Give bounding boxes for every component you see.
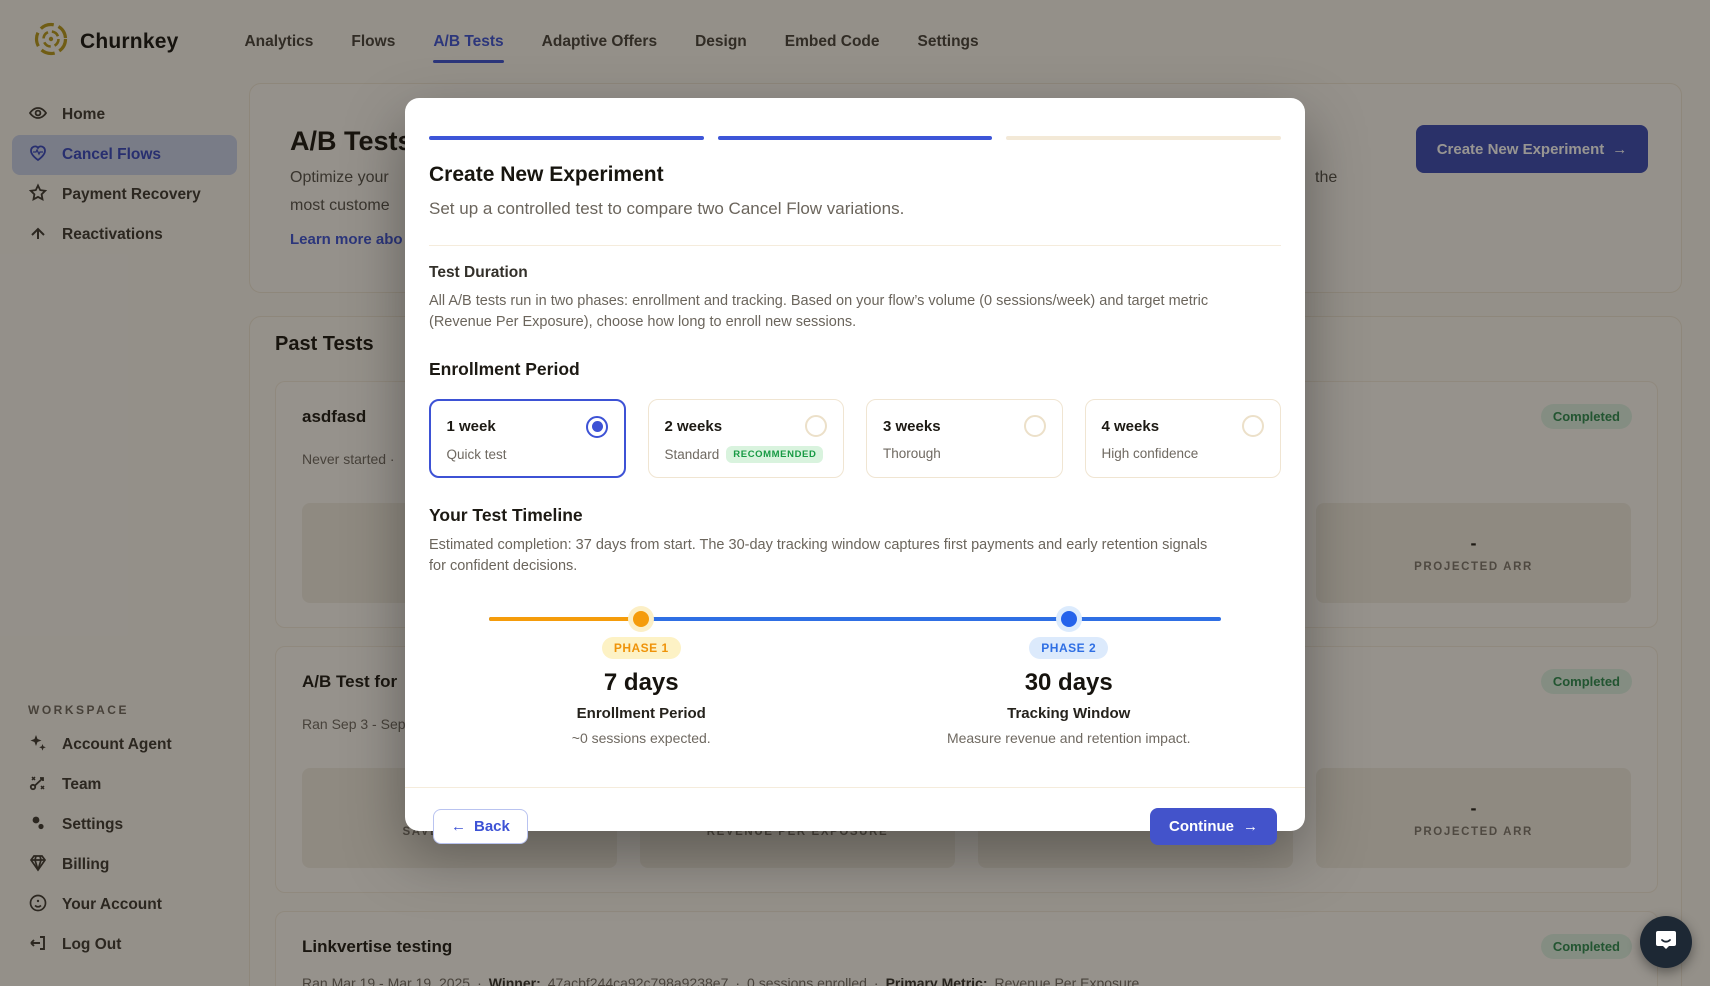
arrow-right-icon: → [1243, 818, 1258, 835]
recommended-badge: RECOMMENDED [726, 446, 823, 463]
timeline-visualization: PHASE 1 7 days Enrollment Period ~0 sess… [489, 617, 1221, 787]
phase2-badge: PHASE 2 [1029, 637, 1108, 659]
radio-selected-icon[interactable] [586, 416, 608, 438]
option-1-week[interactable]: 1 week Quick test [429, 399, 626, 478]
back-button-label: Back [474, 818, 510, 835]
progress-segment-filled [718, 136, 993, 140]
back-button[interactable]: ← Back [433, 809, 528, 844]
timeline-description: Estimated completion: 37 days from start… [429, 535, 1209, 577]
phase2-name: Tracking Window [909, 705, 1229, 722]
option-title: 2 weeks [665, 418, 723, 435]
timeline-heading: Your Test Timeline [429, 505, 1281, 526]
phase2-dot [1061, 611, 1077, 627]
chat-bubble-icon [1653, 927, 1679, 958]
enrollment-period-heading: Enrollment Period [429, 359, 1281, 380]
radio-unselected-icon[interactable] [805, 415, 827, 437]
option-title: 1 week [447, 418, 496, 435]
test-duration-description: All A/B tests run in two phases: enrollm… [429, 291, 1229, 333]
phase2-description: Measure revenue and retention impact. [909, 730, 1229, 746]
option-subtitle: Thorough [883, 446, 941, 461]
option-subtitle: Quick test [447, 447, 507, 462]
option-subtitle: Standard [665, 447, 720, 462]
continue-button[interactable]: Continue → [1150, 808, 1277, 845]
option-3-weeks[interactable]: 3 weeks Thorough [866, 399, 1063, 478]
modal-body: Test Duration All A/B tests run in two p… [405, 246, 1305, 787]
option-4-weeks[interactable]: 4 weeks High confidence [1085, 399, 1282, 478]
modal-title: Create New Experiment [429, 163, 1281, 187]
radio-unselected-icon[interactable] [1242, 415, 1264, 437]
option-title: 4 weeks [1102, 418, 1160, 435]
phase1-badge: PHASE 1 [602, 637, 681, 659]
timeline-phase1-segment [489, 617, 641, 621]
continue-button-label: Continue [1169, 818, 1234, 835]
chat-widget-button[interactable] [1640, 916, 1692, 968]
phase1-description: ~0 sessions expected. [481, 730, 801, 746]
progress-segment-filled [429, 136, 704, 140]
option-title: 3 weeks [883, 418, 941, 435]
test-duration-heading: Test Duration [429, 264, 1281, 282]
modal-header: Create New Experiment Set up a controlle… [405, 98, 1305, 246]
step-progress-bar [429, 136, 1281, 140]
radio-unselected-icon[interactable] [1024, 415, 1046, 437]
option-2-weeks[interactable]: 2 weeks Standard RECOMMENDED [648, 399, 845, 478]
modal-subtitle: Set up a controlled test to compare two … [429, 199, 1281, 246]
create-experiment-modal: Create New Experiment Set up a controlle… [405, 98, 1305, 831]
phase1-name: Enrollment Period [481, 705, 801, 722]
app-screen: Churnkey Analytics Flows A/B Tests Adapt… [0, 0, 1710, 986]
modal-footer: ← Back Continue → [405, 787, 1305, 867]
phase1-duration: 7 days [481, 669, 801, 697]
timeline-track [489, 617, 1221, 621]
arrow-left-icon: ← [451, 818, 466, 835]
phase1-column: PHASE 1 7 days Enrollment Period ~0 sess… [481, 637, 801, 746]
progress-segment-empty [1006, 136, 1281, 140]
enrollment-options: 1 week Quick test 2 weeks Standard RECOM… [429, 399, 1281, 478]
phase2-column: PHASE 2 30 days Tracking Window Measure … [909, 637, 1229, 746]
phase1-dot [633, 611, 649, 627]
phase2-duration: 30 days [909, 669, 1229, 697]
option-subtitle: High confidence [1102, 446, 1199, 461]
